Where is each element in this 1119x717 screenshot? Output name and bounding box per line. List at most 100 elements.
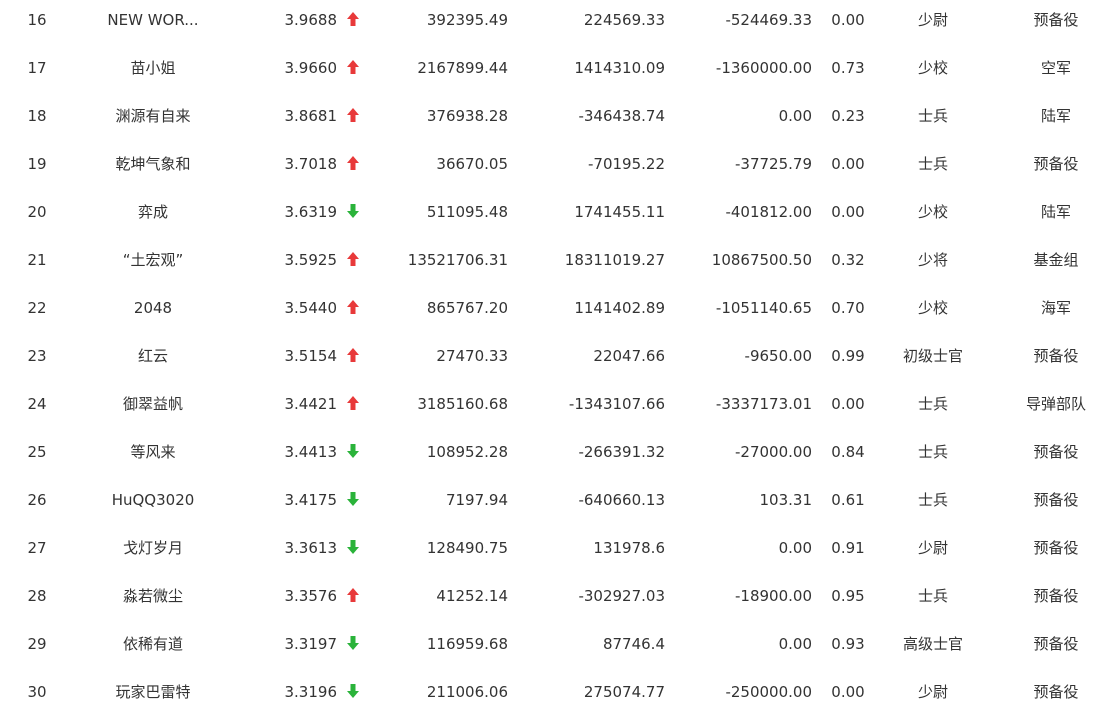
table-row: 23 红云 3.5154 27470.33 22047.66 -9650.00 0.99 初级… xyxy=(0,332,1119,380)
score-cell: 3.8681 xyxy=(284,107,338,125)
score-cell: 3.5154 xyxy=(284,347,338,365)
ratio-cell: 0.23 xyxy=(831,107,865,125)
value2-cell: -70195.22 xyxy=(588,155,665,173)
unit-cell: 预备役 xyxy=(1033,155,1079,173)
value3-cell: -1360000.00 xyxy=(715,59,812,77)
name-cell: 渊源有自来 xyxy=(115,107,191,125)
ratio-cell: 0.73 xyxy=(831,59,865,77)
rank-title-cell: 少校 xyxy=(917,203,948,221)
unit-cell: 预备役 xyxy=(1033,347,1079,365)
value3-cell: 0.00 xyxy=(778,107,812,125)
ratio-cell: 0.00 xyxy=(831,11,865,29)
ratio-cell: 0.84 xyxy=(831,443,865,461)
value2-cell: -266391.32 xyxy=(578,443,665,461)
name-cell: 玩家巴雷特 xyxy=(115,683,191,701)
table-row: 24 御翠益帆 3.4421 3185160.68 -1343107.66 -333717… xyxy=(0,380,1119,428)
value1-cell: 511095.48 xyxy=(426,203,508,221)
unit-cell: 空军 xyxy=(1040,59,1071,77)
arrow-down-icon xyxy=(343,476,363,524)
unit-cell: 预备役 xyxy=(1033,683,1079,701)
arrow-down-icon xyxy=(343,620,363,668)
value1-cell: 13521706.31 xyxy=(407,251,508,269)
arrow-up-icon xyxy=(343,572,363,620)
value3-cell: -37725.79 xyxy=(735,155,812,173)
rank-cell: 22 xyxy=(27,299,47,317)
value1-cell: 41252.14 xyxy=(436,587,508,605)
rank-cell: 21 xyxy=(27,251,47,269)
rank-title-cell: 少尉 xyxy=(917,11,948,29)
value1-cell: 36670.05 xyxy=(436,155,508,173)
value1-cell: 128490.75 xyxy=(426,539,508,557)
arrow-down-icon xyxy=(343,188,363,236)
table-row: 25 等风来 3.4413 108952.28 -266391.32 -27000.00 0… xyxy=(0,428,1119,476)
value1-cell: 7197.94 xyxy=(445,491,508,509)
score-cell: 3.4175 xyxy=(284,491,338,509)
value3-cell: 103.31 xyxy=(759,491,813,509)
arrow-up-icon xyxy=(343,140,363,188)
arrow-down-icon xyxy=(343,428,363,476)
table-row: 29 依稀有道 3.3197 116959.68 87746.4 0.00 0.93 高级士官… xyxy=(0,620,1119,668)
name-cell: 御翠益帆 xyxy=(122,395,183,413)
rank-cell: 28 xyxy=(27,587,47,605)
value3-cell: -18900.00 xyxy=(735,587,812,605)
value3-cell: 10867500.50 xyxy=(711,251,812,269)
rank-title-cell: 士兵 xyxy=(917,395,948,413)
name-cell: 戈灯岁月 xyxy=(122,539,183,557)
name-cell: 弈成 xyxy=(137,203,168,221)
arrow-down-icon xyxy=(343,668,363,716)
name-cell: “土宏观” xyxy=(122,251,184,269)
score-cell: 3.6319 xyxy=(284,203,338,221)
unit-cell: 导弹部队 xyxy=(1025,395,1086,413)
value1-cell: 3185160.68 xyxy=(417,395,508,413)
value1-cell: 392395.49 xyxy=(426,11,508,29)
value3-cell: -524469.33 xyxy=(725,11,812,29)
score-cell: 3.3613 xyxy=(284,539,338,557)
value1-cell: 108952.28 xyxy=(426,443,508,461)
name-cell: HuQQ3020 xyxy=(111,491,195,509)
value2-cell: 224569.33 xyxy=(583,11,665,29)
unit-cell: 预备役 xyxy=(1033,11,1079,29)
ratio-cell: 0.32 xyxy=(831,251,865,269)
rank-cell: 26 xyxy=(27,491,47,509)
table-row: 30 玩家巴雷特 3.3196 211006.06 275074.77 -250000.0… xyxy=(0,668,1119,716)
arrow-up-icon xyxy=(343,332,363,380)
arrow-up-icon xyxy=(343,284,363,332)
name-cell: 乾坤气象和 xyxy=(115,155,191,173)
rank-title-cell: 士兵 xyxy=(917,587,948,605)
value3-cell: -401812.00 xyxy=(725,203,812,221)
table-row: 21 “土宏观” 3.5925 13521706.31 18311019.27 10867… xyxy=(0,236,1119,284)
rank-cell: 23 xyxy=(27,347,47,365)
value2-cell: 1141402.89 xyxy=(574,299,665,317)
rank-title-cell: 少校 xyxy=(917,299,948,317)
value1-cell: 865767.20 xyxy=(426,299,508,317)
rank-title-cell: 少将 xyxy=(917,251,948,269)
value1-cell: 2167899.44 xyxy=(417,59,508,77)
rank-cell: 20 xyxy=(27,203,47,221)
rank-cell: 29 xyxy=(27,635,47,653)
unit-cell: 预备役 xyxy=(1033,635,1079,653)
value2-cell: -302927.03 xyxy=(578,587,665,605)
ratio-cell: 0.00 xyxy=(831,395,865,413)
value1-cell: 376938.28 xyxy=(426,107,508,125)
ratio-cell: 0.93 xyxy=(831,635,865,653)
score-cell: 3.3196 xyxy=(284,683,338,701)
table-row: 27 戈灯岁月 3.3613 128490.75 131978.6 0.00 0.91 少尉 预… xyxy=(0,524,1119,572)
arrow-down-icon xyxy=(343,524,363,572)
score-cell: 3.9688 xyxy=(284,11,338,29)
rank-cell: 17 xyxy=(27,59,47,77)
unit-cell: 预备役 xyxy=(1033,587,1079,605)
value2-cell: 1741455.11 xyxy=(574,203,665,221)
table-row: 26 HuQQ3020 3.4175 7197.94 -640660.13 103.31 0… xyxy=(0,476,1119,524)
unit-cell: 基金组 xyxy=(1033,251,1079,269)
score-cell: 3.4413 xyxy=(284,443,338,461)
name-cell: 淼若微尘 xyxy=(122,587,183,605)
rank-cell: 30 xyxy=(27,683,47,701)
name-cell: 苗小姐 xyxy=(130,59,176,77)
rank-title-cell: 士兵 xyxy=(917,443,948,461)
score-cell: 3.4421 xyxy=(284,395,338,413)
rank-title-cell: 少尉 xyxy=(917,539,948,557)
value1-cell: 27470.33 xyxy=(436,347,508,365)
name-cell: 红云 xyxy=(137,347,168,365)
score-cell: 3.9660 xyxy=(284,59,338,77)
arrow-up-icon xyxy=(343,44,363,92)
